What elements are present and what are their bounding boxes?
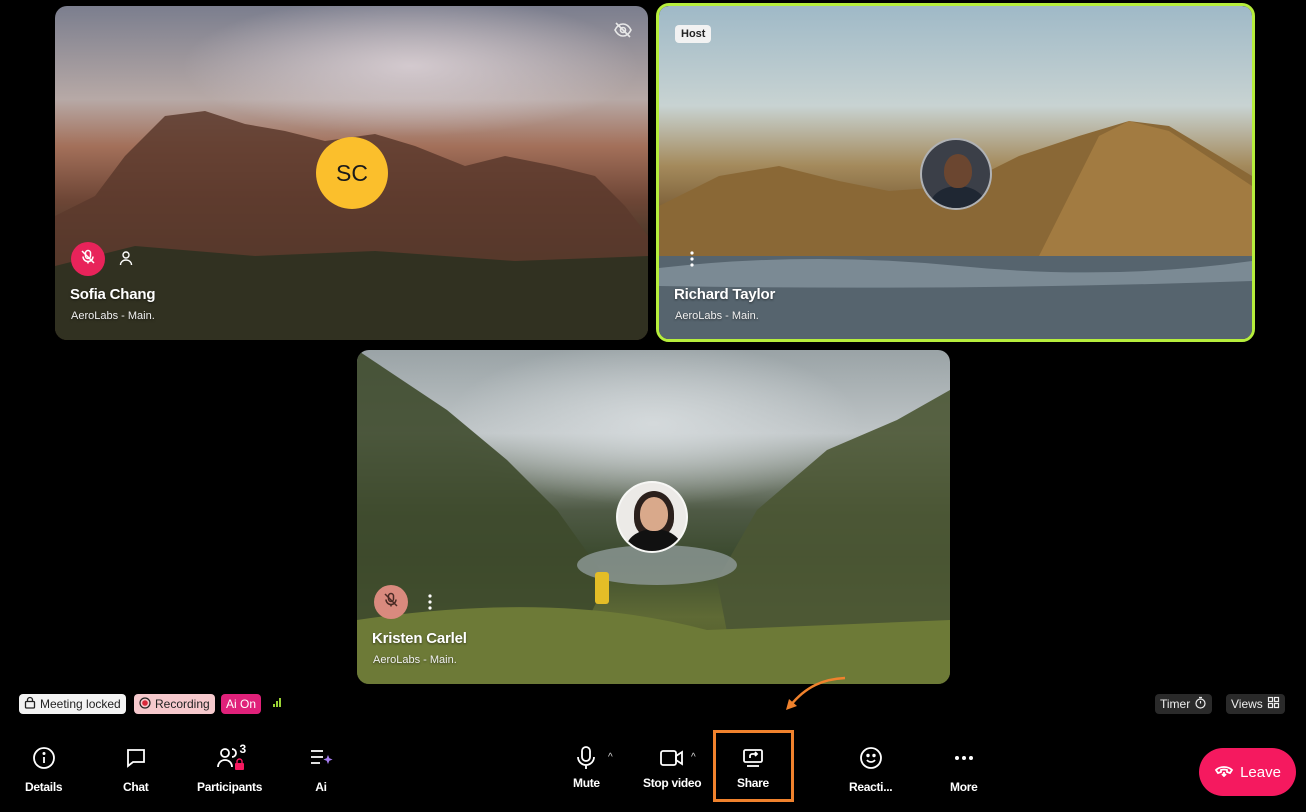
- ai-on-badge[interactable]: Ai On: [221, 694, 262, 714]
- more-button[interactable]: More: [950, 744, 978, 794]
- more-options-icon[interactable]: [427, 593, 433, 611]
- ai-on-label: Ai On: [226, 697, 257, 711]
- phone-hangup-icon: [1214, 763, 1234, 781]
- more-options-icon[interactable]: [689, 250, 695, 268]
- views-label: Views: [1231, 697, 1263, 711]
- video-tile-richard-taylor[interactable]: Host Richard Taylor AeroLabs - Main.: [656, 3, 1255, 342]
- leave-button[interactable]: Leave: [1199, 748, 1296, 796]
- participants-icon: 3: [216, 742, 247, 773]
- connection-signal-icon: [273, 698, 281, 707]
- stop-video-button[interactable]: Stop video: [643, 744, 702, 790]
- stop-video-label: Stop video: [643, 776, 702, 790]
- meeting-locked-label: Meeting locked: [40, 697, 121, 711]
- reactions-button[interactable]: Reacti...: [849, 744, 893, 794]
- more-label: More: [950, 780, 978, 794]
- participants-button[interactable]: 3 Participants: [197, 742, 263, 794]
- ai-label: Ai: [315, 780, 327, 794]
- participant-org: AeroLabs - Main.: [373, 654, 457, 666]
- details-button[interactable]: Details: [25, 744, 63, 794]
- participant-org: AeroLabs - Main.: [71, 310, 155, 322]
- video-tile-sofia-chang[interactable]: SC Sofia Chang AeroLabs - Main.: [55, 6, 648, 340]
- lock-badge-icon: [234, 758, 245, 773]
- avatar-photo: [920, 138, 992, 210]
- ai-sparkle-icon: [308, 744, 334, 772]
- leave-label: Leave: [1240, 763, 1281, 781]
- ai-button[interactable]: Ai: [308, 744, 334, 794]
- lock-icon: [24, 696, 36, 712]
- video-options-chevron-icon[interactable]: ^: [691, 752, 696, 763]
- chat-button[interactable]: Chat: [123, 744, 149, 794]
- video-hidden-icon[interactable]: [613, 20, 633, 40]
- participant-name: Sofia Chang: [70, 286, 156, 303]
- timer-button[interactable]: Timer: [1155, 694, 1213, 714]
- person-icon[interactable]: [118, 250, 134, 266]
- video-camera-icon: [659, 744, 685, 772]
- reactions-label: Reacti...: [849, 780, 893, 794]
- participants-count: 3: [239, 742, 247, 756]
- share-highlight-box: [713, 730, 794, 802]
- grid-icon: [1267, 696, 1280, 712]
- video-tile-kristen-carlel[interactable]: Kristen Carlel AeroLabs - Main.: [357, 350, 950, 684]
- mic-muted-badge: [374, 585, 408, 619]
- recording-label: Recording: [155, 697, 210, 711]
- timer-label: Timer: [1160, 697, 1191, 711]
- meeting-locked-badge[interactable]: Meeting locked: [19, 694, 126, 714]
- stopwatch-icon: [1194, 696, 1207, 712]
- chat-icon: [124, 744, 148, 772]
- avatar-photo: [616, 481, 688, 553]
- participant-name: Richard Taylor: [674, 286, 776, 303]
- recording-badge[interactable]: Recording: [134, 694, 215, 714]
- ellipsis-icon: [952, 744, 976, 772]
- microphone-icon: [575, 744, 597, 772]
- avatar-initials: SC: [316, 137, 388, 209]
- info-icon: [32, 744, 56, 772]
- mic-off-icon: [383, 592, 399, 613]
- participants-label: Participants: [197, 780, 263, 794]
- host-badge: Host: [675, 25, 712, 43]
- chat-label: Chat: [123, 780, 149, 794]
- views-button[interactable]: Views: [1226, 694, 1285, 714]
- smiley-icon: [859, 744, 883, 772]
- details-label: Details: [25, 780, 63, 794]
- mute-label: Mute: [573, 776, 600, 790]
- mute-options-chevron-icon[interactable]: ^: [608, 752, 613, 763]
- participant-org: AeroLabs - Main.: [675, 310, 759, 322]
- mute-button[interactable]: Mute: [573, 744, 600, 790]
- participant-name: Kristen Carlel: [372, 630, 467, 647]
- record-icon: [139, 696, 151, 712]
- mic-muted-badge: [71, 242, 105, 276]
- mic-off-icon: [80, 249, 96, 270]
- annotation-arrow-icon: [786, 676, 846, 710]
